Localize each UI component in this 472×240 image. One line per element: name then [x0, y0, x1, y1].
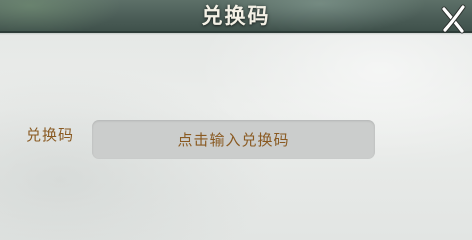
redeem-code-input[interactable]: 点击输入兑换码	[92, 120, 375, 159]
redeem-code-dialog: 兑换码 兑换码 点击输入兑换码	[0, 0, 472, 240]
dialog-title: 兑换码	[201, 4, 271, 28]
redeem-code-placeholder: 点击输入兑换码	[177, 131, 290, 149]
close-x-icon	[441, 4, 466, 34]
redeem-code-label: 兑换码	[26, 126, 75, 144]
close-button[interactable]	[436, 2, 470, 36]
title-bar: 兑换码	[0, 0, 472, 35]
